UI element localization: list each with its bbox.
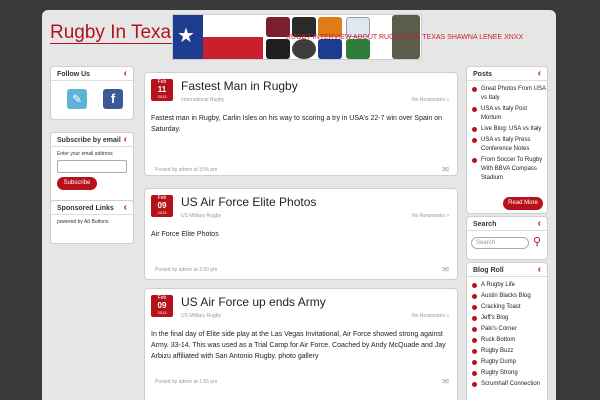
post-category-link[interactable]: US Military Rugby <box>181 313 221 319</box>
list-item[interactable]: Rugby Strong <box>467 369 547 378</box>
sponsored-text: powered by Ad Buttons <box>57 219 109 225</box>
list-item[interactable]: Austin Blacks Blog <box>467 292 547 301</box>
site-title-link[interactable]: Rugby In Texas <box>50 22 181 44</box>
texas-flag-image: ★ <box>173 15 263 59</box>
chevron-left-icon[interactable]: ‹ <box>538 68 541 79</box>
comment-icon[interactable]: ✉ <box>442 165 449 174</box>
post-title-link[interactable]: US Air Force up ends Army <box>181 295 326 309</box>
post-date-badge: Feb 09 2013 <box>151 195 173 217</box>
post-author: Posted by admin at 1:55 pm <box>155 379 218 385</box>
list-item[interactable]: Ruck Bottom <box>467 336 547 345</box>
post-date-badge: Feb 09 2013 <box>151 295 173 317</box>
post-title-link[interactable]: US Air Force Elite Photos <box>181 195 316 209</box>
blog-roll-widget: Blog Roll ‹ A Rugby Life Austin Blacks Bl… <box>466 262 548 400</box>
list-item[interactable]: Cracking Toast <box>467 303 547 312</box>
list-item[interactable]: Paki's Corner <box>467 325 547 334</box>
team-logo-hexagon <box>318 39 342 59</box>
list-item[interactable]: Jeff's Blog <box>467 314 547 323</box>
twitter-icon[interactable]: ✎ <box>67 89 87 109</box>
search-widget: Search ‹ Search ⚲ <box>466 216 548 260</box>
recent-posts-widget: Posts ‹ Great Photos From USA vs Italy US… <box>466 66 548 214</box>
post-body: Fastest man in Rugby, Carlin Isles on hi… <box>151 115 443 133</box>
recent-posts-list: Great Photos From USA vs Italy USA vs It… <box>467 85 547 185</box>
post-date-badge: Feb 11 2013 <box>151 79 173 101</box>
sponsored-links-widget: Sponsored Links ‹ powered by Ad Buttons <box>50 200 134 244</box>
post-responses-link[interactable]: No Responses » <box>412 97 449 103</box>
widget-title: Search ‹ <box>467 217 547 231</box>
list-item[interactable]: Scrumhalf Connection <box>467 380 547 389</box>
widget-title: Sponsored Links ‹ <box>51 201 133 215</box>
list-item[interactable]: Rugby Buzz <box>467 347 547 356</box>
team-logo-green <box>346 39 370 59</box>
widget-title: Posts ‹ <box>467 67 547 81</box>
post-title-link[interactable]: Fastest Man in Rugby <box>181 79 298 93</box>
header-ticker[interactable]: RUGBY INTERVIEW ABOUT RUGBY FOR TEXAS SH… <box>286 34 523 41</box>
post-body: Air Force Elite Photos <box>151 231 219 238</box>
widget-title: Subscribe by email ‹ <box>51 133 133 147</box>
post-body: In the final day of Elite side play at t… <box>151 331 446 360</box>
comment-icon[interactable]: ✉ <box>442 265 449 274</box>
subscribe-button[interactable]: Subscribe <box>57 177 97 190</box>
search-icon[interactable]: ⚲ <box>533 235 541 248</box>
star-icon: ★ <box>177 25 195 47</box>
team-logo-dark <box>266 39 290 59</box>
post-category-link[interactable]: International Rugby <box>181 97 224 103</box>
post-category-link[interactable]: US Military Rugby <box>181 213 221 219</box>
list-item[interactable]: From Soccer To Rugby With BBVA Compass S… <box>467 156 547 183</box>
site-header: Rugby In Texas ★ RUGBY INTERVIEW ABOUT R… <box>42 10 556 64</box>
team-logo-circle <box>292 39 316 59</box>
list-item[interactable]: Live Blog: USA vs Italy <box>467 125 547 134</box>
list-item[interactable]: USA vs Italy Press Conference Notes <box>467 136 547 154</box>
post-card: Feb 09 2013 US Air Force Elite Photos US M… <box>144 188 458 280</box>
follow-us-widget: Follow Us ‹ ✎ f <box>50 66 134 120</box>
list-item[interactable]: USA vs Italy Post Mortum <box>467 105 547 123</box>
post-author: Posted by admin at 3:54 pm <box>155 167 218 173</box>
chevron-left-icon[interactable]: ‹ <box>124 202 127 213</box>
list-item[interactable]: Rugby Dump <box>467 358 547 367</box>
chevron-left-icon[interactable]: ‹ <box>538 218 541 229</box>
facebook-icon[interactable]: f <box>103 89 123 109</box>
chevron-left-icon[interactable]: ‹ <box>538 264 541 275</box>
read-more-button[interactable]: Read More <box>503 197 543 210</box>
post-author: Posted by admin at 2:00 pm <box>155 267 218 273</box>
post-responses-link[interactable]: No Responses » <box>412 313 449 319</box>
post-card: Feb 11 2013 Fastest Man in Rugby Internati… <box>144 72 458 176</box>
subscribe-widget: Subscribe by email ‹ Enter your email add… <box>50 132 134 204</box>
post-responses-link[interactable]: No Responses » <box>412 213 449 219</box>
chevron-left-icon[interactable]: ‹ <box>124 134 127 145</box>
page-container: Rugby In Texas ★ RUGBY INTERVIEW ABOUT R… <box>42 10 556 400</box>
comment-icon[interactable]: ✉ <box>442 377 449 386</box>
blog-roll-list: A Rugby Life Austin Blacks Blog Cracking… <box>467 281 547 391</box>
search-input[interactable]: Search <box>471 237 529 249</box>
chevron-left-icon[interactable]: ‹ <box>124 68 127 79</box>
widget-title: Follow Us ‹ <box>51 67 133 81</box>
email-label: Enter your email address <box>57 151 113 157</box>
email-field[interactable] <box>57 160 127 173</box>
widget-title: Blog Roll ‹ <box>467 263 547 277</box>
list-item[interactable]: A Rugby Life <box>467 281 547 290</box>
list-item[interactable]: Great Photos From USA vs Italy <box>467 85 547 103</box>
post-card: Feb 09 2013 US Air Force up ends Army US M… <box>144 288 458 400</box>
